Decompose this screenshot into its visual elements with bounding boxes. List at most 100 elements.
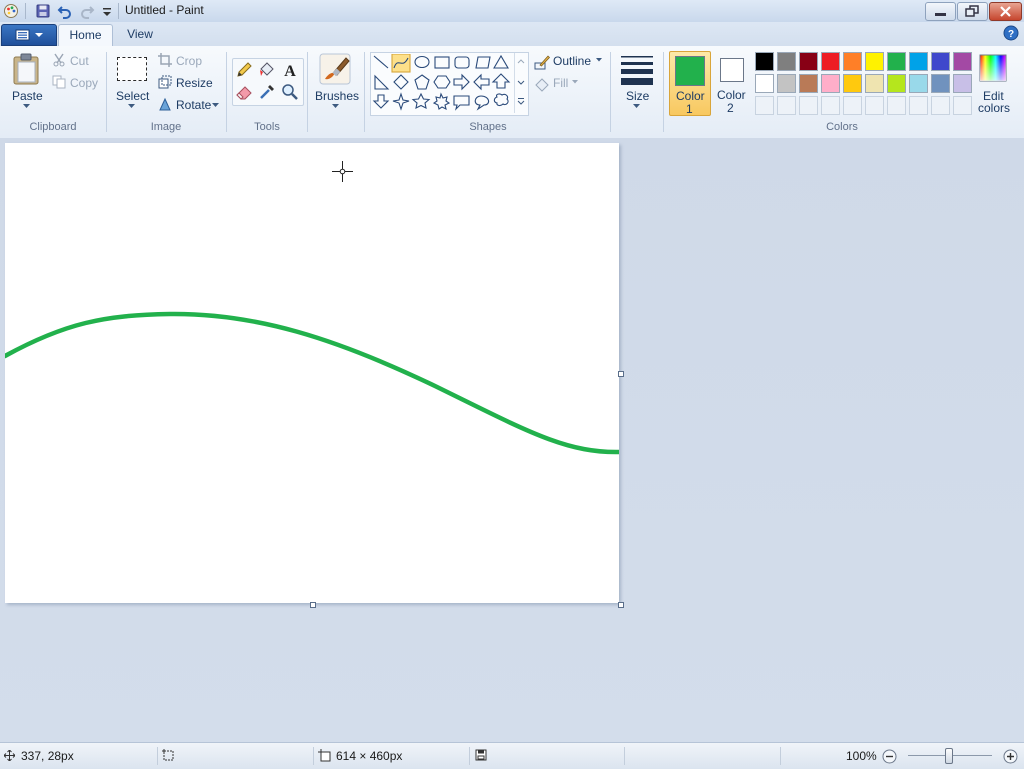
palette-color-swatch[interactable] [887,52,906,71]
outline-button[interactable]: Outline [553,54,591,68]
zoom-slider-thumb[interactable] [945,748,953,764]
select-dropdown-icon[interactable] [128,104,135,109]
text-tool-icon[interactable]: A [280,60,300,80]
size-dropdown-icon[interactable] [633,104,640,109]
customize-qa-dropdown-icon[interactable] [99,3,115,19]
copy-icon[interactable] [52,75,66,89]
fill-icon[interactable] [534,76,550,92]
brushes-dropdown-icon[interactable] [332,104,339,109]
size-button[interactable]: Size [626,89,649,103]
paint-app-icon[interactable] [3,3,19,19]
palette-color-swatch[interactable] [909,52,928,71]
color1-number: 1 [686,102,693,116]
palette-custom-slot[interactable] [953,96,972,115]
fill-button[interactable]: Fill [553,76,568,90]
outline-dropdown-icon[interactable] [596,58,603,63]
edit-colors-label-2: colors [978,101,1011,115]
palette-color-swatch[interactable] [777,52,796,71]
status-bar: 337, 28px 614 × 460px 100% [0,742,1024,769]
palette-color-swatch[interactable] [865,74,884,93]
drawing-canvas[interactable] [2,143,622,603]
cut-icon[interactable] [52,53,66,67]
color1-button[interactable]: Color 1 [669,51,711,116]
color2-swatch [720,58,744,82]
select-button[interactable]: Select [116,89,149,103]
status-separator [469,747,470,765]
palette-custom-slot[interactable] [777,96,796,115]
paste-button[interactable]: Paste [12,89,43,103]
canvas-resize-handle-bottom[interactable] [310,602,316,608]
rotate-button[interactable]: Rotate [176,98,211,112]
tab-home[interactable]: Home [58,24,113,46]
crop-button[interactable]: Crop [176,54,202,68]
zoom-out-button[interactable] [882,749,897,764]
crop-icon[interactable] [158,53,172,67]
cut-button[interactable]: Cut [70,54,89,68]
select-icon[interactable] [117,57,147,81]
palette-color-swatch[interactable] [755,52,774,71]
fill-dropdown-icon[interactable] [572,80,579,85]
palette-color-swatch[interactable] [887,74,906,93]
palette-custom-slot[interactable] [821,96,840,115]
minimize-button[interactable] [925,2,956,21]
palette-custom-slot[interactable] [755,96,774,115]
redo-icon[interactable] [79,3,95,19]
palette-color-swatch[interactable] [865,52,884,71]
canvas-resize-handle-right[interactable] [618,371,624,377]
copy-button[interactable]: Copy [70,76,98,90]
zoom-in-button[interactable] [1003,749,1018,764]
eraser-icon[interactable] [234,82,254,102]
palette-custom-slot[interactable] [865,96,884,115]
palette-custom-slot[interactable] [843,96,862,115]
palette-color-swatch[interactable] [931,52,950,71]
color2-button[interactable]: Color 2 [712,51,752,115]
paste-icon[interactable] [11,53,41,85]
size-icon[interactable] [620,54,654,86]
outline-icon[interactable] [534,54,550,70]
palette-color-swatch[interactable] [843,52,862,71]
brushes-icon[interactable] [318,52,352,86]
palette-color-swatch[interactable] [821,74,840,93]
resize-icon[interactable] [158,75,172,89]
help-icon[interactable]: ? [1003,25,1019,41]
palette-custom-slot[interactable] [887,96,906,115]
palette-color-swatch[interactable] [953,74,972,93]
palette-custom-slot[interactable] [799,96,818,115]
ribbon-home: Paste Cut Copy Clipboard Select Crop Res… [0,46,1024,139]
paint-menu-button[interactable] [1,24,57,46]
group-separator [663,52,664,132]
restore-button[interactable] [957,2,988,21]
palette-color-swatch[interactable] [909,74,928,93]
shapes-gallery-icons[interactable] [372,54,512,114]
palette-color-swatch[interactable] [843,74,862,93]
pencil-icon[interactable] [234,60,254,80]
resize-button[interactable]: Resize [176,76,213,90]
palette-custom-slot[interactable] [909,96,928,115]
magnifier-icon[interactable] [280,82,300,102]
brushes-button[interactable]: Brushes [315,89,359,103]
clipboard-group-label: Clipboard [29,121,77,133]
palette-color-swatch[interactable] [931,74,950,93]
edit-colors-icon[interactable] [979,54,1007,82]
palette-color-swatch[interactable] [821,52,840,71]
palette-color-swatch[interactable] [953,52,972,71]
rotate-icon[interactable] [158,97,172,111]
rotate-dropdown-icon[interactable] [212,103,219,108]
tab-view[interactable]: View [115,24,165,45]
canvas-resize-handle-corner[interactable] [618,602,624,608]
color-picker-icon[interactable] [257,82,277,102]
fill-bucket-icon[interactable] [257,60,277,80]
palette-color-swatch[interactable] [755,74,774,93]
file-size-icon [475,749,487,761]
undo-icon[interactable] [57,3,73,19]
paste-dropdown-icon[interactable] [23,104,30,109]
palette-custom-slot[interactable] [931,96,950,115]
close-button[interactable] [989,2,1022,21]
zoom-percent: 100% [846,749,877,763]
palette-color-swatch[interactable] [799,52,818,71]
palette-color-swatch[interactable] [777,74,796,93]
palette-color-swatch[interactable] [799,74,818,93]
shapes-scroll[interactable] [514,53,527,113]
restore-icon [965,5,979,17]
save-icon[interactable] [35,3,51,19]
